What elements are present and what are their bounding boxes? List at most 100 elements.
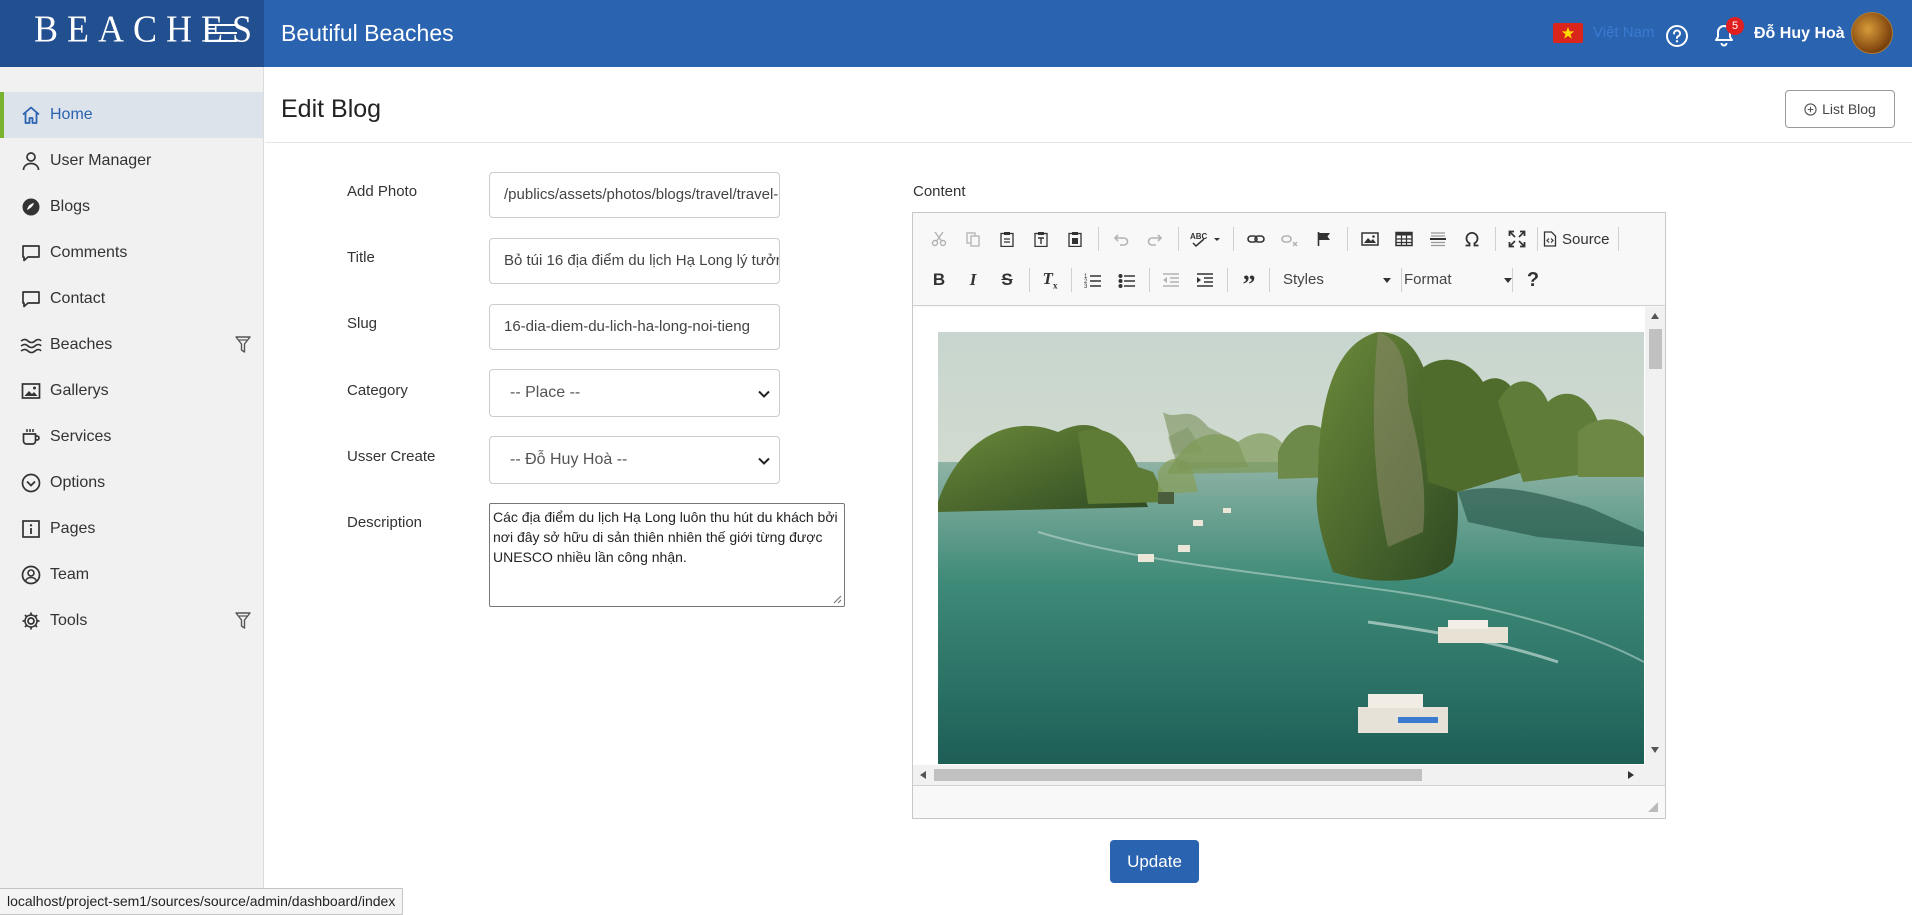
top-bar: BEACHES Beutiful Beaches Việt Nam 5 Đỗ H… [0,0,1912,67]
copy-icon[interactable] [958,224,988,254]
toolbar-separator [1098,227,1099,251]
page-header: Edit Blog [265,67,1912,143]
help-question-icon[interactable]: ? [1518,265,1548,295]
toolbar-separator [1618,227,1619,251]
image-insert-icon[interactable] [1355,224,1385,254]
vietnam-flag-icon[interactable] [1553,23,1583,43]
sidebar-item-services[interactable]: Services [0,414,263,460]
filter-icon[interactable] [235,612,251,635]
category-label: Category [347,382,408,399]
scroll-left-icon[interactable] [920,771,926,779]
sidebar-item-comments[interactable]: Comments [0,230,263,276]
format-dropdown[interactable]: Format [1404,265,1512,295]
source-button[interactable]: Source [1535,224,1610,254]
table-icon[interactable] [1389,224,1419,254]
image-icon [20,380,42,402]
dropdown-arrow-icon [1383,278,1391,283]
bulleted-list-icon[interactable] [1112,265,1142,295]
editor-footer [913,785,1665,818]
scroll-up-icon[interactable] [1651,313,1659,319]
numbered-list-icon[interactable]: 123 [1078,265,1108,295]
outdent-icon[interactable] [1156,265,1186,295]
sidebar-item-gallerys[interactable]: Gallerys [0,368,263,414]
anchor-flag-icon[interactable] [1309,224,1339,254]
sidebar-item-label: Options [50,474,106,491]
sidebar-item-team[interactable]: Team [0,552,263,598]
chevron-circle-icon [20,472,42,494]
remove-format-icon[interactable]: Tx [1035,265,1065,295]
scrollbar-thumb[interactable] [934,769,1422,781]
scroll-right-icon[interactable] [1628,771,1634,779]
sidebar-item-label: Services [50,428,112,445]
spellcheck-icon[interactable]: ABC [1186,224,1226,254]
photo-path-input[interactable]: /publics/assets/photos/blogs/travel/trav… [489,172,780,218]
description-textarea[interactable]: Các địa điểm du lịch Hạ Long luôn thu hú… [489,503,845,607]
strikethrough-icon[interactable]: S [992,265,1022,295]
blockquote-icon[interactable]: ” [1234,265,1264,298]
user-name[interactable]: Đỗ Huy Hoà [1754,25,1845,43]
unlink-icon[interactable] [1275,224,1305,254]
list-blog-button[interactable]: List Blog [1785,90,1895,128]
resize-grip-icon[interactable] [832,594,842,604]
sidebar-item-label: Home [50,106,93,123]
sidebar-item-pages[interactable]: Pages [0,506,263,552]
sidebar-item-tools[interactable]: Tools [0,598,263,644]
sidebar-item-blogs[interactable]: Blogs [0,184,263,230]
toolbar-separator [1227,268,1228,292]
resize-grip-icon[interactable] [1647,801,1659,813]
slug-input[interactable]: 16-dia-diem-du-lich-ha-long-noi-tieng [489,304,780,350]
blog-icon [20,196,42,218]
styles-dropdown[interactable]: Styles [1283,265,1391,295]
help-icon[interactable] [1665,24,1689,53]
user-create-select[interactable]: -- Đỗ Huy Hoà -- [489,436,780,484]
indent-icon[interactable] [1190,265,1220,295]
sidebar-item-label: Tools [50,612,88,629]
scrollbar-thumb[interactable] [1649,329,1662,369]
horizontal-line-icon[interactable] [1423,224,1453,254]
redo-icon[interactable] [1140,224,1170,254]
toolbar-separator [1269,268,1270,292]
filter-icon[interactable] [235,336,251,359]
title-input[interactable]: Bỏ túi 16 địa điểm du lịch Hạ Long lý tư… [489,238,780,284]
app-title: Beutiful Beaches [281,20,454,46]
notification-badge: 5 [1726,17,1744,35]
chevron-down-icon [758,390,770,398]
maximize-icon[interactable] [1502,224,1532,254]
scroll-down-icon[interactable] [1651,747,1659,753]
undo-icon[interactable] [1106,224,1136,254]
paste-word-icon[interactable] [1060,224,1090,254]
list-blog-label: List Blog [1822,101,1876,117]
title-label: Title [347,249,375,266]
category-select[interactable]: -- Place -- [489,369,780,417]
avatar[interactable] [1851,12,1893,54]
editor-content-area[interactable] [913,307,1665,777]
bold-icon[interactable]: B [924,265,954,295]
svg-text:ABC: ABC [1190,232,1208,241]
paste-text-icon[interactable] [1026,224,1056,254]
user-create-selected: -- Đỗ Huy Hoà -- [510,451,628,468]
paste-icon[interactable] [992,224,1022,254]
editor-horizontal-scrollbar[interactable] [913,765,1665,785]
info-icon [20,518,42,540]
language-selector[interactable]: Việt Nam [1593,24,1654,41]
ha-long-bay-photo [938,332,1644,764]
sidebar-item-label: Gallerys [50,382,109,399]
cut-icon[interactable] [924,224,954,254]
home-icon [20,104,42,126]
toolbar-separator [1347,227,1348,251]
sidebar-item-options[interactable]: Options [0,460,263,506]
user-circle-icon [20,564,42,586]
italic-icon[interactable]: I [958,265,988,295]
sidebar-item-label: Beaches [50,336,113,353]
link-icon[interactable] [1241,224,1271,254]
toolbar-separator [1178,227,1179,251]
sidebar-item-beaches[interactable]: Beaches [0,322,263,368]
update-button[interactable]: Update [1110,840,1199,883]
special-char-icon[interactable] [1457,224,1487,254]
sidebar-item-home[interactable]: Home [0,92,263,138]
waves-icon [20,334,42,356]
sidebar-item-user-manager[interactable]: User Manager [0,138,263,184]
editor-vertical-scrollbar[interactable] [1645,307,1665,777]
sidebar-item-contact[interactable]: Contact [0,276,263,322]
menu-toggle-icon[interactable] [205,22,237,44]
